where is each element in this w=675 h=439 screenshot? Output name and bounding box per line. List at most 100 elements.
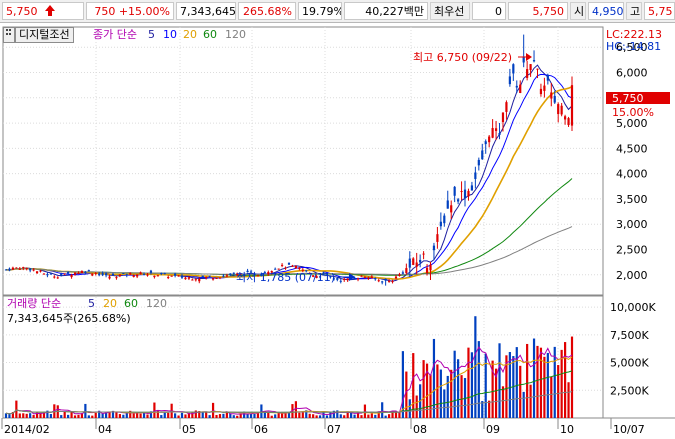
volume-bar xyxy=(519,365,522,418)
candle-body xyxy=(160,272,163,274)
volume-bar xyxy=(174,413,177,418)
volume-bar xyxy=(557,365,560,418)
ma60-legend: 60 xyxy=(203,28,217,41)
high-arrow-icon xyxy=(526,53,532,61)
volume-bar xyxy=(184,414,187,418)
candle-body xyxy=(429,264,432,271)
volume-bar xyxy=(322,412,325,418)
candle-body xyxy=(198,278,201,282)
open-label: 시 xyxy=(570,2,586,20)
volume-bar xyxy=(142,412,146,418)
current-price-cell: 5,750 xyxy=(2,2,84,20)
x-axis: 2014/02 04 05 06 07 08 09 10 10/07 xyxy=(1,418,645,436)
candle-body xyxy=(53,276,56,278)
candle-body xyxy=(35,271,39,274)
volume-bar xyxy=(432,338,436,418)
volume-bar xyxy=(208,415,211,418)
candle-body xyxy=(370,276,373,279)
volume-bar xyxy=(529,384,532,418)
candle-body xyxy=(474,172,477,179)
candle-body xyxy=(512,64,515,74)
volume-bar xyxy=(146,414,149,418)
candle-body xyxy=(84,271,87,274)
volume-bar xyxy=(139,413,142,418)
volume-bar xyxy=(249,413,253,418)
volume-bar xyxy=(25,413,28,418)
candle-body xyxy=(508,76,511,85)
volume-bar xyxy=(108,412,111,418)
candle-body xyxy=(125,274,128,276)
price-change: 750 xyxy=(94,5,116,18)
ma-line-60 xyxy=(5,178,573,276)
candle-body xyxy=(211,278,215,280)
candle-body xyxy=(63,273,66,275)
volume-bar xyxy=(122,414,125,418)
volume-bar xyxy=(381,402,384,418)
volume-bar xyxy=(73,415,77,418)
volume-bar xyxy=(267,412,270,418)
price-tick-label: 2,000 xyxy=(616,269,648,282)
candle-body xyxy=(412,258,415,265)
candle-body xyxy=(29,268,32,271)
candle-body xyxy=(563,116,567,120)
volume-bar xyxy=(49,413,52,418)
candle-body xyxy=(360,275,363,277)
volume-bar xyxy=(501,386,505,418)
candle-body xyxy=(218,277,222,279)
candle-body xyxy=(343,279,346,281)
candle-body xyxy=(77,272,80,274)
candle-body xyxy=(73,272,77,275)
volume-bar xyxy=(32,415,35,418)
candle-body xyxy=(115,277,118,279)
volume-bar xyxy=(94,412,97,418)
volume-bar xyxy=(215,414,218,418)
volume-bar xyxy=(77,414,80,418)
candle-body xyxy=(457,199,460,202)
candle-body xyxy=(163,273,166,275)
high-price: 5,75 xyxy=(644,2,675,20)
candle-body xyxy=(498,133,501,135)
x-tick-label: 10/07 xyxy=(613,423,645,436)
candle-body xyxy=(460,191,463,193)
price-tick-label: 2,500 xyxy=(616,243,648,256)
candle-body xyxy=(491,128,494,138)
ma-line-10 xyxy=(5,73,573,280)
candle-body xyxy=(122,273,125,275)
ma-line-20 xyxy=(5,86,573,280)
candle-body xyxy=(336,278,339,280)
candle-body xyxy=(374,278,377,280)
candle-body xyxy=(539,88,543,95)
up-arrow-icon xyxy=(45,4,55,19)
candle-body xyxy=(287,262,291,265)
candle-body xyxy=(174,273,177,276)
current-pct-tag: 15.00% xyxy=(612,106,654,119)
candle-body xyxy=(201,275,204,278)
candle-body xyxy=(408,258,411,268)
candle-body xyxy=(184,277,187,280)
candle-body xyxy=(129,273,132,275)
volume-bar xyxy=(367,414,370,418)
candle-body xyxy=(274,268,277,270)
volume-bar xyxy=(298,412,301,418)
candle-body xyxy=(477,159,480,166)
x-tick-label: 09 xyxy=(486,423,500,436)
candle-body xyxy=(519,84,522,93)
candle-body xyxy=(550,92,553,99)
volume-bar xyxy=(329,411,332,418)
candle-body xyxy=(39,270,42,272)
volume-bar xyxy=(246,414,249,418)
price-tick-label: 4,000 xyxy=(616,168,648,181)
open-price: 4,950 xyxy=(588,2,624,20)
candle-body xyxy=(394,276,398,279)
candle-body xyxy=(453,186,456,196)
candle-body xyxy=(229,273,232,276)
price-chart[interactable]: 6,5006,0005,5005,0004,5004,0003,5003,000… xyxy=(0,24,675,439)
low-annotation: 최저 1,785 (07/11) xyxy=(236,271,335,284)
volume-bar xyxy=(39,413,42,418)
volume-bar xyxy=(339,414,342,418)
candle-body xyxy=(153,275,156,278)
candle-body xyxy=(298,267,301,270)
ask-price-cell: 5,750 xyxy=(508,2,568,20)
volume-bar xyxy=(153,402,156,418)
volume-bar xyxy=(308,413,311,418)
